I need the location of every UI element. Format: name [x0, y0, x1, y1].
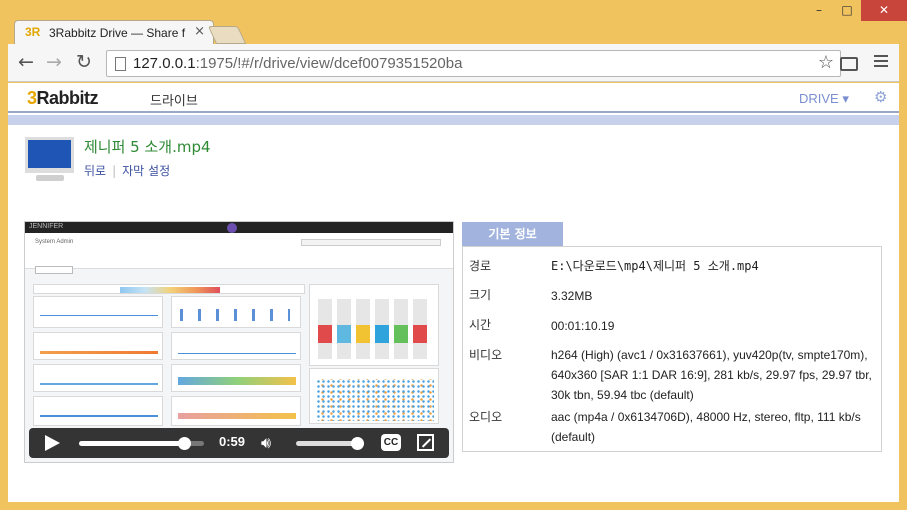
- info-value: 00:01:10.19: [551, 319, 615, 333]
- subtitle-settings-link[interactable]: 자막 설정: [122, 164, 170, 178]
- web-page: 3Rabbitz 드라이브 DRIVE ▾ ⚙ 제니퍼 5 소개.mp4 뒤로 |…: [8, 83, 899, 502]
- preview-panel: [33, 284, 305, 294]
- preview-brand: JENNIFER: [29, 223, 64, 230]
- seek-bar[interactable]: [79, 437, 204, 450]
- drive-dropdown[interactable]: DRIVE ▾: [799, 91, 849, 107]
- menu-icon[interactable]: [874, 55, 888, 70]
- back-link[interactable]: 뒤로: [84, 164, 106, 178]
- video-controls: 0:59 🔊︎ CC: [29, 428, 449, 458]
- fullscreen-icon[interactable]: [417, 434, 434, 451]
- app-header: 3Rabbitz 드라이브 DRIVE ▾ ⚙: [8, 83, 899, 118]
- info-panel: 경로 E:\다운로드\mp4\제니퍼 5 소개.mp4 크기 3.32MB 시간…: [462, 246, 882, 452]
- tab-strip: 3R 3Rabbitz Drive — Share f × – □ ✕: [0, 0, 907, 45]
- preview-panel: [309, 284, 439, 366]
- tab-basic-info[interactable]: 기본 정보: [462, 222, 563, 246]
- reload-icon[interactable]: ↻: [76, 51, 92, 73]
- preview-panel: [33, 364, 163, 392]
- file-name: 제니퍼 5 소개.mp4: [84, 138, 211, 156]
- nav-drive[interactable]: 드라이브: [150, 90, 198, 118]
- preview-logo: [227, 223, 237, 233]
- video-frame-topbar: JENNIFER: [25, 222, 453, 233]
- info-key: 경로: [469, 259, 492, 273]
- seek-handle[interactable]: [178, 437, 191, 450]
- info-value: 3.32MB: [551, 289, 593, 303]
- monitor-stand: [36, 175, 64, 181]
- gear-icon[interactable]: ⚙: [874, 88, 887, 106]
- back-icon[interactable]: ←: [18, 51, 34, 73]
- volume-icon[interactable]: 🔊︎: [261, 433, 271, 453]
- cast-icon[interactable]: [840, 57, 858, 71]
- preview-title: System Admin: [35, 239, 74, 245]
- minimize-icon[interactable]: –: [805, 0, 833, 21]
- info-key: 비디오: [469, 348, 503, 362]
- window-controls: – □ ✕: [805, 0, 907, 21]
- volume-handle[interactable]: [351, 437, 365, 450]
- brand-logo[interactable]: 3Rabbitz: [27, 88, 99, 109]
- maximize-icon[interactable]: □: [833, 0, 861, 21]
- info-value: E:\다운로드\mp4\제니퍼 5 소개.mp4: [551, 259, 759, 273]
- browser-window: 3R 3Rabbitz Drive — Share f × – □ ✕ ← → …: [0, 0, 907, 510]
- preview-panel: [33, 332, 163, 360]
- preview-panel: [33, 396, 163, 426]
- info-key: 오디오: [469, 410, 503, 424]
- browser-toolbar: ← → ↻ 127.0.0.1:1975/!#/r/drive/view/dce…: [8, 44, 899, 82]
- seek-progress: [79, 441, 184, 446]
- preview-panel: [171, 332, 301, 360]
- address-bar[interactable]: 127.0.0.1:1975/!#/r/drive/view/dcef00793…: [106, 50, 841, 77]
- tab-favicon: 3R: [25, 25, 41, 39]
- file-actions: 뒤로 | 자막 설정: [84, 164, 171, 178]
- preview-panel: [171, 296, 301, 328]
- tab-title: 3Rabbitz Drive — Share f: [49, 26, 186, 40]
- preview-filter: [301, 239, 441, 246]
- header-divider: [8, 115, 899, 125]
- info-key: 크기: [469, 288, 492, 302]
- preview-select: [35, 266, 73, 274]
- forward-icon[interactable]: →: [46, 51, 62, 73]
- video-player[interactable]: JENNIFER System Admin 0:59 🔊︎ CC: [24, 221, 454, 463]
- captions-button[interactable]: CC: [381, 434, 401, 451]
- bookmark-star-icon[interactable]: ☆: [818, 52, 834, 73]
- info-value: aac (mp4a / 0x6134706D), 48000 Hz, stere…: [551, 410, 861, 444]
- browser-tab[interactable]: 3R 3Rabbitz Drive — Share f ×: [14, 20, 214, 45]
- info-value: h264 (High) (avc1 / 0x31637661), yuv420p…: [551, 348, 872, 402]
- video-file-icon: [25, 137, 74, 173]
- preview-panel: [33, 296, 163, 328]
- preview-panel: [171, 364, 301, 392]
- close-window-icon[interactable]: ✕: [861, 0, 907, 21]
- volume-slider[interactable]: [296, 437, 365, 450]
- close-tab-icon[interactable]: ×: [194, 24, 205, 39]
- current-time: 0:59: [219, 434, 246, 449]
- preview-panel: [171, 396, 301, 426]
- play-icon[interactable]: [45, 435, 60, 451]
- info-key: 시간: [469, 318, 492, 332]
- page-icon: [115, 57, 126, 71]
- preview-panel: [309, 368, 439, 424]
- url-text: 127.0.0.1:1975/!#/r/drive/view/dcef00793…: [133, 55, 463, 72]
- video-frame-header: System Admin: [25, 233, 453, 274]
